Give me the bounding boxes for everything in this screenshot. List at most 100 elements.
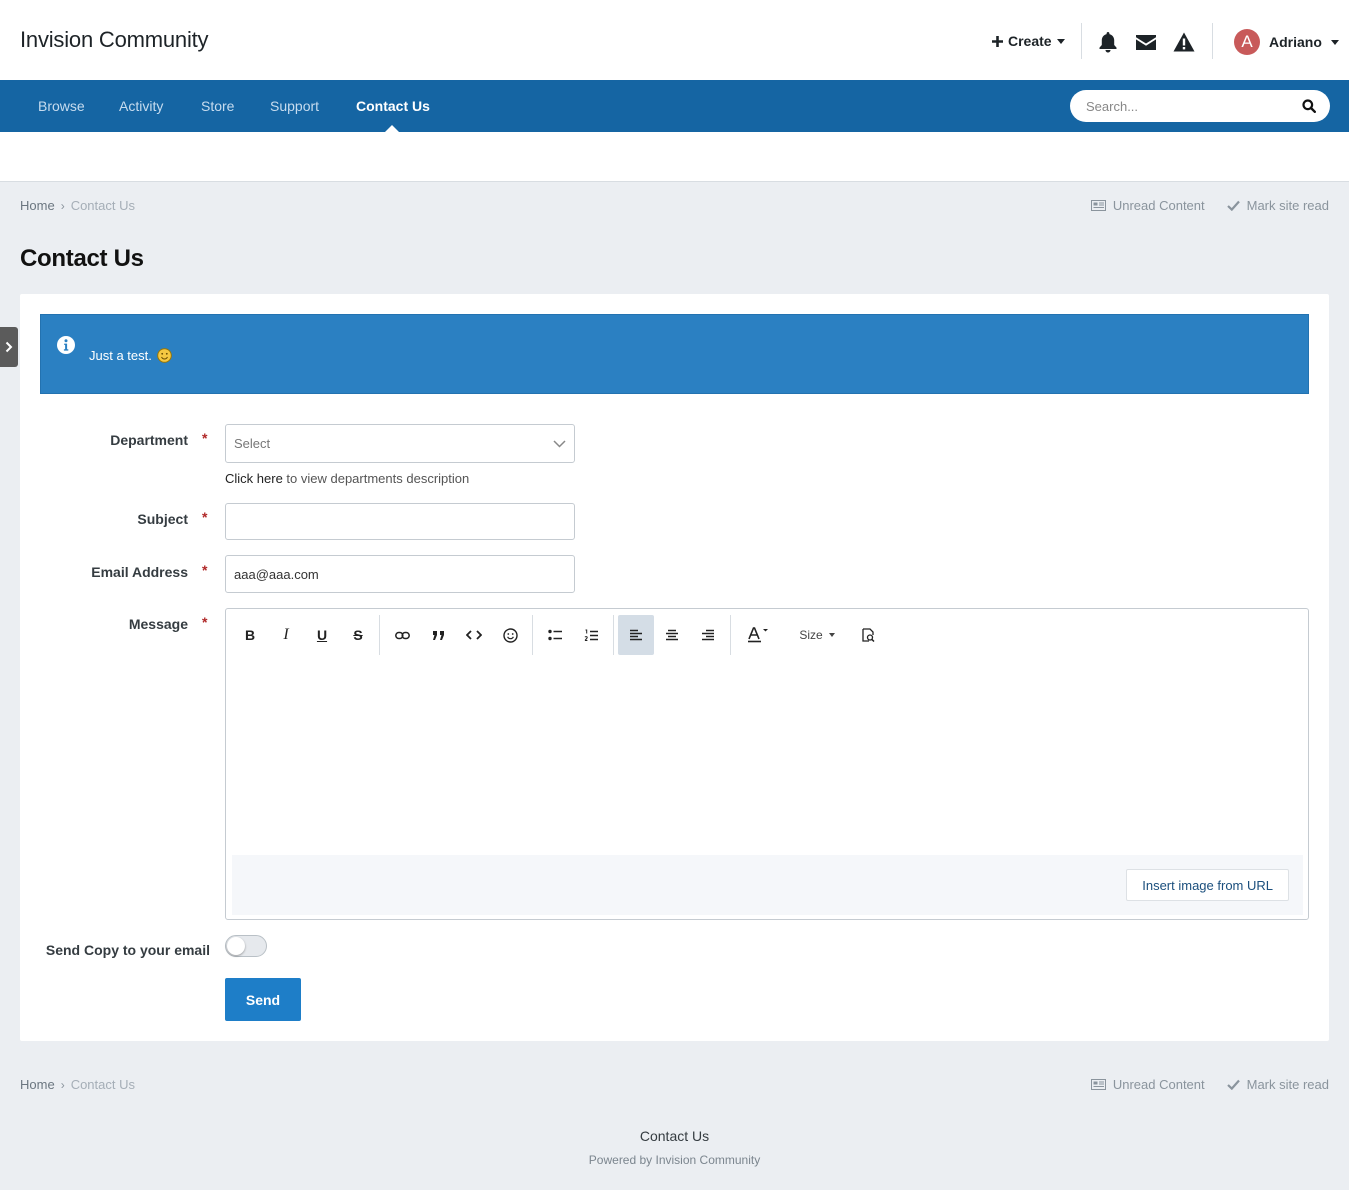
- toolbar-divider: [532, 615, 533, 655]
- site-logo[interactable]: Invision Community: [20, 27, 209, 53]
- align-center-button[interactable]: [654, 615, 690, 655]
- underline-icon: U: [316, 627, 328, 643]
- footer-contact-link[interactable]: Contact Us: [0, 1128, 1349, 1144]
- header-divider: [1081, 23, 1082, 59]
- required-marker: *: [202, 509, 208, 525]
- nav-item-store[interactable]: Store: [201, 98, 234, 114]
- strikethrough-icon: S: [353, 627, 363, 643]
- create-label: Create: [1008, 33, 1052, 49]
- check-icon: [1226, 200, 1240, 211]
- search-bar: [1070, 90, 1330, 122]
- powered-by[interactable]: Powered by Invision Community: [0, 1153, 1349, 1167]
- strikethrough-button[interactable]: S: [340, 615, 376, 655]
- caret-down-icon: [1330, 39, 1339, 45]
- chevron-right-icon: ›: [60, 1077, 65, 1092]
- smiley-icon: [502, 627, 518, 643]
- align-center-icon: [666, 629, 678, 641]
- breadcrumb-home[interactable]: Home: [20, 198, 55, 213]
- search-input[interactable]: [1086, 98, 1286, 114]
- preview-button[interactable]: [850, 615, 886, 655]
- user-menu[interactable]: A Adriano: [1234, 29, 1339, 55]
- code-button[interactable]: [456, 615, 492, 655]
- department-label: Department: [110, 432, 188, 448]
- required-marker: *: [202, 614, 208, 630]
- align-right-button[interactable]: [690, 615, 726, 655]
- warning-icon[interactable]: [1173, 31, 1195, 53]
- quote-button[interactable]: [420, 615, 456, 655]
- breadcrumb-current: Contact Us: [70, 198, 135, 213]
- nav-item-contact-us[interactable]: Contact Us: [356, 98, 430, 114]
- align-left-button[interactable]: [618, 615, 654, 655]
- department-help-link[interactable]: Click here: [225, 471, 283, 486]
- envelope-icon[interactable]: [1135, 31, 1157, 53]
- avatar: A: [1234, 29, 1260, 55]
- subject-label: Subject: [137, 511, 188, 527]
- italic-icon: I: [283, 626, 289, 643]
- message-editor: B I U S Size Insert image from URL: [225, 608, 1309, 920]
- send-button[interactable]: Send: [225, 978, 301, 1021]
- numbered-list-button[interactable]: [573, 615, 609, 655]
- bold-button[interactable]: B: [232, 615, 268, 655]
- nav-item-activity[interactable]: Activity: [119, 98, 163, 114]
- breadcrumb: Home › Contact Us: [20, 198, 135, 213]
- create-menu-button[interactable]: Create: [992, 33, 1065, 49]
- insert-image-url-button[interactable]: Insert image from URL: [1126, 869, 1289, 901]
- department-help-text: to view departments description: [282, 471, 470, 486]
- italic-button[interactable]: I: [268, 615, 304, 655]
- info-message: Just a test.: [40, 314, 1309, 394]
- underline-button[interactable]: U: [304, 615, 340, 655]
- preview-icon: [861, 628, 875, 642]
- chevron-right-icon: ›: [60, 198, 65, 213]
- mark-site-read-label: Mark site read: [1246, 198, 1329, 213]
- department-help: Click here to view departments descripti…: [225, 471, 469, 486]
- nav-item-support[interactable]: Support: [270, 98, 319, 114]
- email-label: Email Address: [91, 564, 188, 580]
- toolbar-divider: [730, 615, 731, 655]
- breadcrumb-current: Contact Us: [70, 1077, 135, 1092]
- unread-content-label: Unread Content: [1112, 1077, 1205, 1092]
- link-icon: [394, 631, 410, 639]
- main-nav: Browse Activity Store Support Contact Us: [0, 80, 1349, 132]
- chevron-right-icon: [5, 341, 13, 353]
- page-title: Contact Us: [20, 245, 144, 272]
- text-color-button[interactable]: [738, 615, 778, 655]
- code-icon: [466, 630, 482, 640]
- department-select-value: Select: [234, 436, 271, 451]
- font-size-button[interactable]: Size: [788, 615, 846, 655]
- toolbar-divider: [379, 615, 380, 655]
- mark-site-read-link[interactable]: Mark site read: [1226, 1077, 1329, 1092]
- bell-icon[interactable]: [1097, 31, 1119, 53]
- link-button[interactable]: [384, 615, 420, 655]
- editor-footer: Insert image from URL: [232, 855, 1303, 915]
- quote-icon: [432, 631, 444, 640]
- numbered-list-icon: [584, 629, 598, 641]
- unread-content-label: Unread Content: [1112, 198, 1205, 213]
- nav-item-browse[interactable]: Browse: [38, 98, 85, 114]
- bullet-list-icon: [547, 629, 562, 641]
- subject-field[interactable]: [225, 503, 575, 540]
- breadcrumb-actions-bottom: Unread Content Mark site read: [1090, 1077, 1329, 1092]
- mark-site-read-link[interactable]: Mark site read: [1226, 198, 1329, 213]
- sub-nav-bar: [0, 132, 1349, 182]
- smiley-icon: [157, 348, 172, 363]
- message-label: Message: [128, 616, 188, 632]
- unread-content-link[interactable]: Unread Content: [1090, 1077, 1205, 1092]
- department-select[interactable]: Select: [225, 424, 575, 463]
- email-field[interactable]: aaa@aaa.com: [225, 555, 575, 593]
- contact-form-card: Just a test. Department * Select Click h…: [20, 294, 1329, 1041]
- chevron-down-icon: [553, 439, 566, 448]
- emoji-button[interactable]: [492, 615, 528, 655]
- search-icon[interactable]: [1302, 99, 1316, 113]
- unread-content-link[interactable]: Unread Content: [1090, 198, 1205, 213]
- user-name: Adriano: [1269, 34, 1322, 50]
- text-color-icon: [748, 627, 768, 643]
- breadcrumb-home[interactable]: Home: [20, 1077, 55, 1092]
- bulleted-list-button[interactable]: [537, 615, 573, 655]
- align-left-icon: [630, 629, 642, 641]
- newspaper-icon: [1090, 200, 1106, 211]
- send-copy-toggle[interactable]: [225, 935, 267, 957]
- sidebar-toggle[interactable]: [0, 327, 18, 367]
- email-value: aaa@aaa.com: [234, 566, 319, 582]
- info-circle-icon: [57, 336, 75, 354]
- align-right-icon: [702, 629, 714, 641]
